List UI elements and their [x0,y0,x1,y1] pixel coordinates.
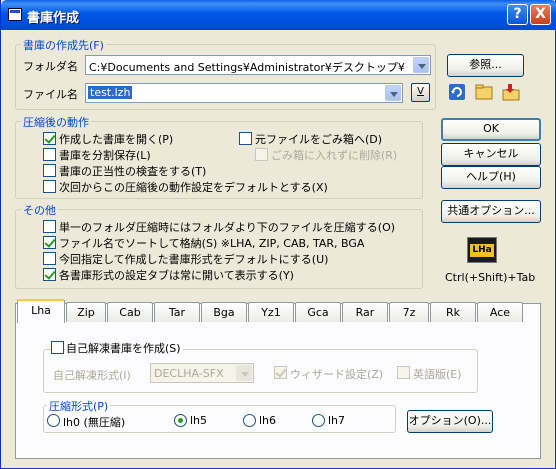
help-button[interactable]: ヘルプ(H) [441,166,541,189]
tabs-open-checkbox[interactable] [43,268,56,281]
common-options-button[interactable]: 共通オプション... [441,200,541,223]
default-after-label: 次回からこの圧縮後の動作設定をデフォルトとする(X) [59,181,328,194]
delete-checkbox[interactable] [255,148,268,161]
compress-group-label: 圧縮形式(P) [47,398,111,414]
app-icon [8,8,22,21]
shortcut-label: Ctrl(+Shift)+Tab [445,271,536,284]
tab-ace[interactable]: Ace [477,302,523,322]
folder-dropdown-icon[interactable] [413,57,429,73]
format-label: 自己解凍形式(I) [53,369,131,382]
tab-tar[interactable]: Tar [154,302,200,322]
radio-lh5[interactable] [174,414,187,427]
verify-checkbox[interactable] [43,164,56,177]
file-combo[interactable]: test.lzh [85,83,403,103]
folder-combo[interactable]: C:¥Documents and Settings¥Administrator¥… [85,55,431,75]
split-save-checkbox[interactable] [43,148,56,161]
folder-label: フォルダ名 [23,60,78,73]
tab-lha[interactable]: Lha [17,299,65,323]
single-folder-label: 単一のフォルダ圧縮時にはフォルダより下のファイルを圧縮する(O) [59,221,396,234]
radio-lh6-label: lh6 [259,414,277,427]
ok-button[interactable]: OK [441,118,541,141]
refresh-icon[interactable] [447,82,467,102]
default-format-checkbox[interactable] [43,252,56,265]
recycle-checkbox[interactable] [239,132,252,145]
after-group-label: 圧縮後の動作 [21,114,91,130]
title-bar[interactable]: 書庫作成 ? X [1,0,556,30]
default-after-checkbox[interactable] [43,180,56,193]
common-options-label: 共通オプション... [447,204,535,217]
destination-group-label: 書庫の作成先(F) [21,37,106,53]
folder-up-icon[interactable] [501,82,521,102]
split-save-label: 書庫を分割保存(L) [59,149,151,162]
sort-names-checkbox[interactable] [43,236,56,249]
tab-yz1[interactable]: Yz1 [248,302,294,322]
lha-logo-icon[interactable]: LHa [467,237,497,263]
radio-lh7[interactable] [312,414,325,427]
format-value: DECLHA-SFX [154,367,224,380]
window-title: 書庫作成 [27,11,80,26]
tab-zip[interactable]: Zip [66,302,106,322]
tab-cab[interactable]: Cab [107,302,153,322]
folder-value: C:¥Documents and Settings¥Administrator¥… [89,61,405,74]
verify-label: 書庫の正当性の検査をする(T) [59,165,207,178]
folder-open-icon[interactable] [474,82,494,102]
archive-create-dialog: 書庫作成 ? X 書庫の作成先(F) フォルダ名 C:¥Documents an… [0,0,556,469]
cancel-button-label: キャンセル [463,147,519,160]
file-value: test.lzh [88,86,133,99]
radio-lh0-label: lh0 (無圧縮) [63,416,126,429]
close-button[interactable]: X [530,4,551,25]
v-button-label: V [417,86,424,97]
file-label: ファイル名 [23,88,78,101]
tab-bga[interactable]: Bga [201,302,247,322]
tab-rar[interactable]: Rar [342,302,388,322]
default-format-label: 今回指定して作成した書庫形式をデフォルトにする(U) [59,253,329,266]
options-button-label: オプション(O)... [408,414,492,427]
radio-lh7-label: lh7 [328,414,346,427]
ok-button-label: OK [483,122,499,135]
open-archive-label: 作成した書庫を開く(P) [59,133,174,146]
v-button[interactable]: V [411,83,430,102]
radio-lh0[interactable] [47,414,60,427]
browse-button[interactable]: 参照... [447,54,524,77]
open-archive-checkbox[interactable] [43,132,56,145]
wizard-label: ウィザード設定(Z) [290,368,384,381]
english-checkbox[interactable] [397,366,410,379]
lha-logo-text: LHa [470,244,494,257]
cancel-button[interactable]: キャンセル [441,143,541,166]
single-folder-checkbox[interactable] [43,220,56,233]
recycle-label: 元ファイルをごみ箱へ(D) [255,133,383,146]
radio-lh6[interactable] [243,414,256,427]
options-button[interactable]: オプション(O)... [407,410,493,433]
help-button-label: ヘルプ(H) [466,170,516,183]
browse-button-label: 参照... [469,58,502,71]
english-label: 英語版(E) [413,368,462,381]
tab-rk[interactable]: Rk [430,302,476,322]
radio-lh5-label: lh5 [190,414,208,427]
other-group-label: その他 [21,202,58,218]
file-dropdown-icon[interactable] [385,85,401,101]
tabs-open-label: 各書庫形式の設定タブは常に開いて表示する(Y) [59,269,294,282]
selfextract-label: 自己解凍書庫を作成(S) [66,340,183,356]
tab-gca[interactable]: Gca [295,302,341,322]
sort-names-label: ファイル名でソートして格納(S) ※LHA, ZIP, CAB, TAR, BG… [59,237,365,250]
delete-label: ごみ箱に入れずに削除(R) [271,149,398,162]
selfextract-checkbox[interactable] [51,341,64,354]
tab-7z[interactable]: 7z [389,302,429,322]
wizard-checkbox[interactable] [274,366,287,379]
help-title-button[interactable]: ? [507,4,528,25]
format-dropdown-icon[interactable] [236,365,252,381]
format-combo[interactable]: DECLHA-SFX [150,363,254,383]
